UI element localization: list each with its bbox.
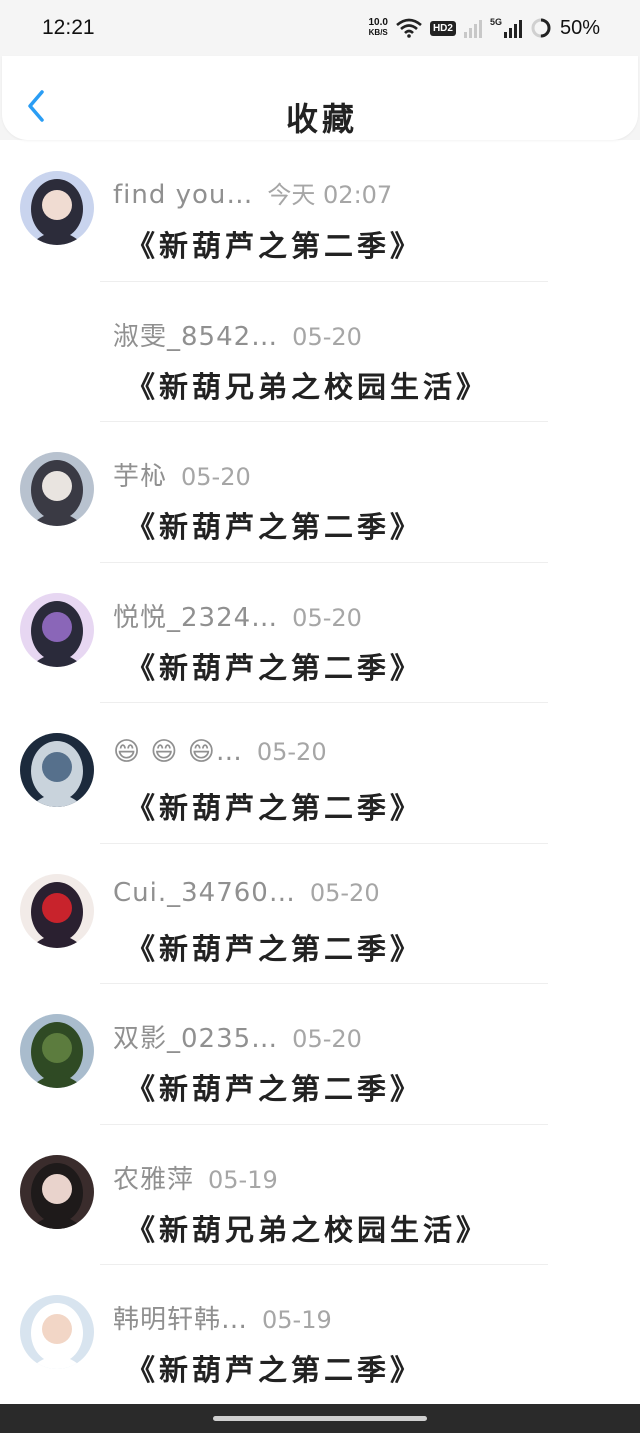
item-meta: 悦悦_2324… 05-20 (113, 597, 362, 634)
item-time: 05-19 (208, 1165, 278, 1194)
user-name: 芋杺 (113, 462, 168, 492)
net-speed-value: 10.0 (368, 17, 388, 28)
item-meta: Cui._34760… 05-20 (113, 878, 380, 908)
net-speed: 10.0 KB/S (368, 18, 387, 38)
user-name: find you… (113, 180, 254, 210)
item-time: 05-20 (181, 463, 251, 491)
avatar-image (20, 873, 94, 948)
home-indicator[interactable] (213, 1416, 427, 1421)
avatar-image (20, 1154, 94, 1229)
user-name: 悦悦_2324… (113, 602, 279, 633)
item-meta: find you… 今天 02:07 (113, 175, 392, 210)
signal-sim2-icon (503, 18, 522, 38)
page-title: 收藏 (285, 100, 358, 138)
user-name: 双影_0235… (113, 1024, 279, 1054)
item-meta: 😄 😄 😄… 05-20 (113, 737, 327, 767)
favorites-list: find you… 今天 02:07 《新葫芦之第二季》 淑雯_8542… 05-2… (0, 141, 640, 1406)
item-time: 05-20 (292, 322, 362, 351)
item-meta: 农雅萍 05-19 (113, 1159, 278, 1196)
avatar[interactable] (20, 733, 94, 807)
item-meta: 芋杺 05-20 (113, 456, 251, 493)
avatar-image (20, 592, 94, 667)
avatar[interactable] (20, 1295, 94, 1369)
avatar-image (20, 452, 94, 526)
item-meta: 韩明轩韩… 05-19 (113, 1299, 332, 1336)
item-time: 05-20 (309, 878, 380, 907)
work-title[interactable]: 《新葫芦之第二季》 (126, 785, 423, 827)
avatar[interactable] (20, 873, 94, 948)
item-time: 05-19 (262, 1306, 332, 1334)
favorite-item[interactable]: 芋杺 05-20 《新葫芦之第二季》 (0, 422, 640, 563)
work-title[interactable]: 《新葫兄弟之校园生活》 (126, 1207, 489, 1249)
favorite-item[interactable]: 农雅萍 05-19 《新葫兄弟之校园生活》 (0, 1125, 640, 1265)
avatar-image (20, 733, 94, 807)
status-time: 12:21 (42, 16, 95, 39)
item-meta: 淑雯_8542… 05-20 (113, 316, 362, 353)
favorite-item[interactable]: Cui._34760… 05-20 《新葫芦之第二季》 (0, 844, 640, 984)
header-card: 收藏 (2, 56, 638, 140)
avatar[interactable] (20, 311, 94, 386)
avatar[interactable] (20, 592, 94, 667)
avatar[interactable] (20, 1154, 94, 1229)
user-name: 韩明轩韩… (113, 1305, 249, 1335)
item-meta: 双影_0235… 05-20 (113, 1018, 362, 1055)
system-nav-bar (0, 1404, 640, 1433)
favorite-item[interactable]: find you… 今天 02:07 《新葫芦之第二季》 (0, 141, 640, 282)
favorite-item[interactable]: 悦悦_2324… 05-20 《新葫芦之第二季》 (0, 563, 640, 703)
user-name: Cui._34760… (113, 877, 296, 908)
avatar-image (20, 1014, 94, 1088)
hd-badge: HD2 (429, 20, 456, 36)
status-bar: 12:21 10.0 KB/S HD2 5G 50% (0, 0, 640, 56)
status-icons: 10.0 KB/S HD2 5G 50% (368, 14, 600, 42)
item-time: 05-20 (292, 603, 362, 632)
item-time: 05-20 (292, 1025, 362, 1053)
avatar[interactable] (20, 452, 94, 526)
work-title[interactable]: 《新葫芦之第二季》 (126, 223, 423, 265)
avatar[interactable] (20, 1014, 94, 1088)
item-time: 05-20 (256, 738, 327, 766)
user-name: 😄 😄 😄… (113, 737, 243, 767)
avatar-image (20, 1295, 94, 1369)
wifi-icon (396, 18, 422, 38)
avatar[interactable] (20, 171, 94, 245)
work-title[interactable]: 《新葫芦之第二季》 (126, 1066, 423, 1108)
work-title[interactable]: 《新葫芦之第二季》 (126, 504, 423, 546)
favorite-item[interactable]: 双影_0235… 05-20 《新葫芦之第二季》 (0, 984, 640, 1125)
avatar-image (20, 171, 94, 245)
favorite-item[interactable]: 淑雯_8542… 05-20 《新葫兄弟之校园生活》 (0, 282, 640, 422)
network-type: 5G (489, 17, 502, 27)
favorite-item[interactable]: 😄 😄 😄… 05-20 《新葫芦之第二季》 (0, 703, 640, 844)
signal-sim2: 5G (490, 18, 522, 38)
work-title[interactable]: 《新葫兄弟之校园生活》 (126, 364, 489, 406)
work-title[interactable]: 《新葫芦之第二季》 (126, 1347, 423, 1389)
user-name: 淑雯_8542… (113, 321, 279, 352)
battery-ring-icon (531, 18, 551, 38)
avatar-image (20, 311, 94, 386)
favorite-item[interactable]: 韩明轩韩… 05-19 《新葫芦之第二季》 (0, 1265, 640, 1406)
net-speed-unit: KB/S (368, 28, 388, 37)
work-title[interactable]: 《新葫芦之第二季》 (126, 926, 423, 968)
item-time: 今天 02:07 (267, 181, 393, 209)
header: 收藏 (0, 56, 640, 140)
battery-percent: 50% (559, 16, 600, 39)
signal-sim1-icon (463, 18, 482, 38)
user-name: 农雅萍 (113, 1164, 195, 1195)
work-title[interactable]: 《新葫芦之第二季》 (126, 645, 423, 687)
